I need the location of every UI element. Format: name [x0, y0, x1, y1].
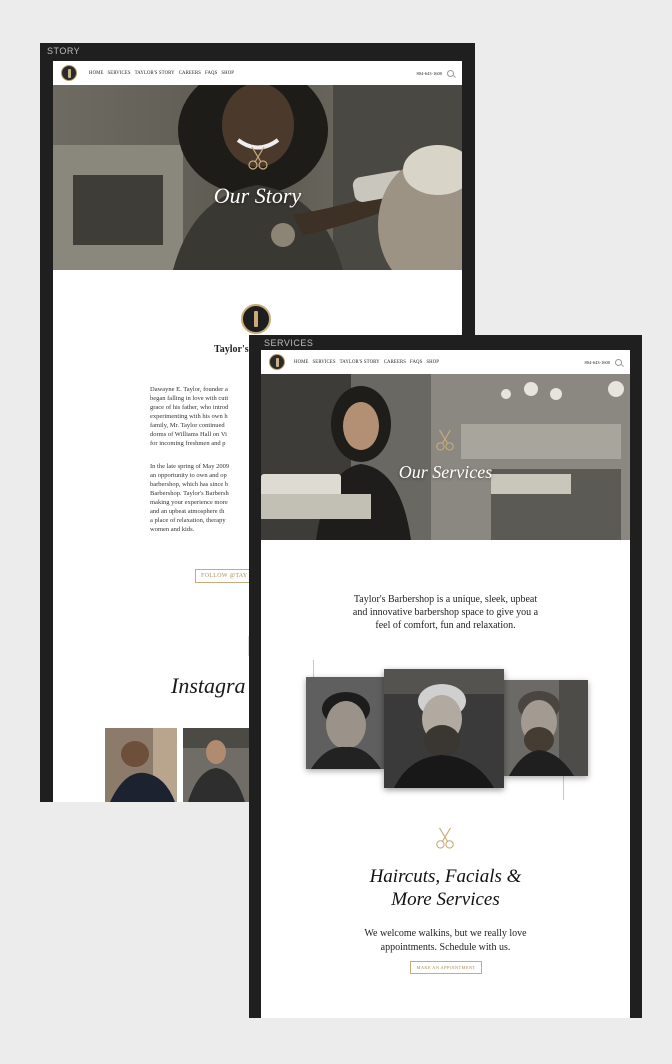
story-hero: Our Story [53, 85, 462, 270]
nav-careers[interactable]: CAREERS [179, 71, 201, 76]
nav-home[interactable]: HOME [89, 71, 104, 76]
nav-shop[interactable]: SHOP [426, 360, 439, 365]
collage-photo-left [306, 677, 384, 769]
services-subtext: We welcome walkins, but we really love a… [364, 928, 527, 953]
make-appointment-button[interactable]: MAKE AN APPOINTMENT [410, 961, 482, 974]
nav-shop[interactable]: SHOP [221, 71, 234, 76]
nav-services[interactable]: SERVICES [108, 71, 131, 76]
story-paragraph-2: In the late spring of May 2009 an opport… [150, 463, 230, 533]
story-hero-photo [53, 85, 462, 270]
story-paragraph-1: Dawayne E. Taylor, founder a began falli… [150, 386, 229, 447]
logo-icon[interactable] [61, 65, 77, 81]
services-frame: SERVICES HOME SERVICES TAYLOR'S STORY CA… [249, 335, 642, 1018]
services-nav: HOME SERVICES TAYLOR'S STORY CAREERS FAQ… [261, 350, 630, 374]
story-hero-title: Our Story [213, 183, 302, 208]
services-hero: Our Services [261, 374, 630, 540]
instagram-heading: Instagra [171, 673, 246, 698]
story-nav: HOME SERVICES TAYLOR'S STORY CAREERS FAQ… [53, 61, 462, 85]
instagram-photo[interactable] [183, 728, 249, 802]
scissors-icon [433, 826, 457, 855]
collage-photo-right [504, 680, 588, 776]
nav-careers[interactable]: CAREERS [384, 360, 406, 365]
scissors-icon [433, 428, 457, 457]
nav-taylors-story[interactable]: TAYLOR'S STORY [340, 360, 380, 365]
nav-faqs[interactable]: FAQS [205, 71, 217, 76]
story-heading: Taylor's [214, 344, 249, 355]
collage-photo-center [384, 669, 504, 788]
search-icon[interactable] [615, 358, 622, 366]
services-heading: Haircuts, Facials & More Services [369, 866, 522, 910]
search-icon[interactable] [447, 69, 454, 77]
services-hero-title: Our Services [398, 462, 493, 482]
services-frame-label: SERVICES [264, 338, 314, 348]
services-hero-photo [261, 374, 630, 540]
scissors-icon [244, 145, 271, 176]
nav-home[interactable]: HOME [294, 360, 309, 365]
story-frame-label: STORY [47, 46, 81, 56]
services-page: HOME SERVICES TAYLOR'S STORY CAREERS FAQ… [261, 350, 630, 1018]
phone-number[interactable]: 804-643-1600 [585, 360, 611, 365]
phone-number[interactable]: 804-643-1600 [417, 71, 443, 76]
instagram-photo[interactable] [105, 728, 177, 802]
nav-taylors-story[interactable]: TAYLOR'S STORY [135, 71, 175, 76]
nav-faqs[interactable]: FAQS [410, 360, 422, 365]
logo-icon[interactable] [269, 354, 285, 370]
story-badge-icon [241, 304, 271, 334]
services-intro: Taylor's Barbershop is a unique, sleek, … [352, 594, 539, 631]
nav-services[interactable]: SERVICES [313, 360, 336, 365]
